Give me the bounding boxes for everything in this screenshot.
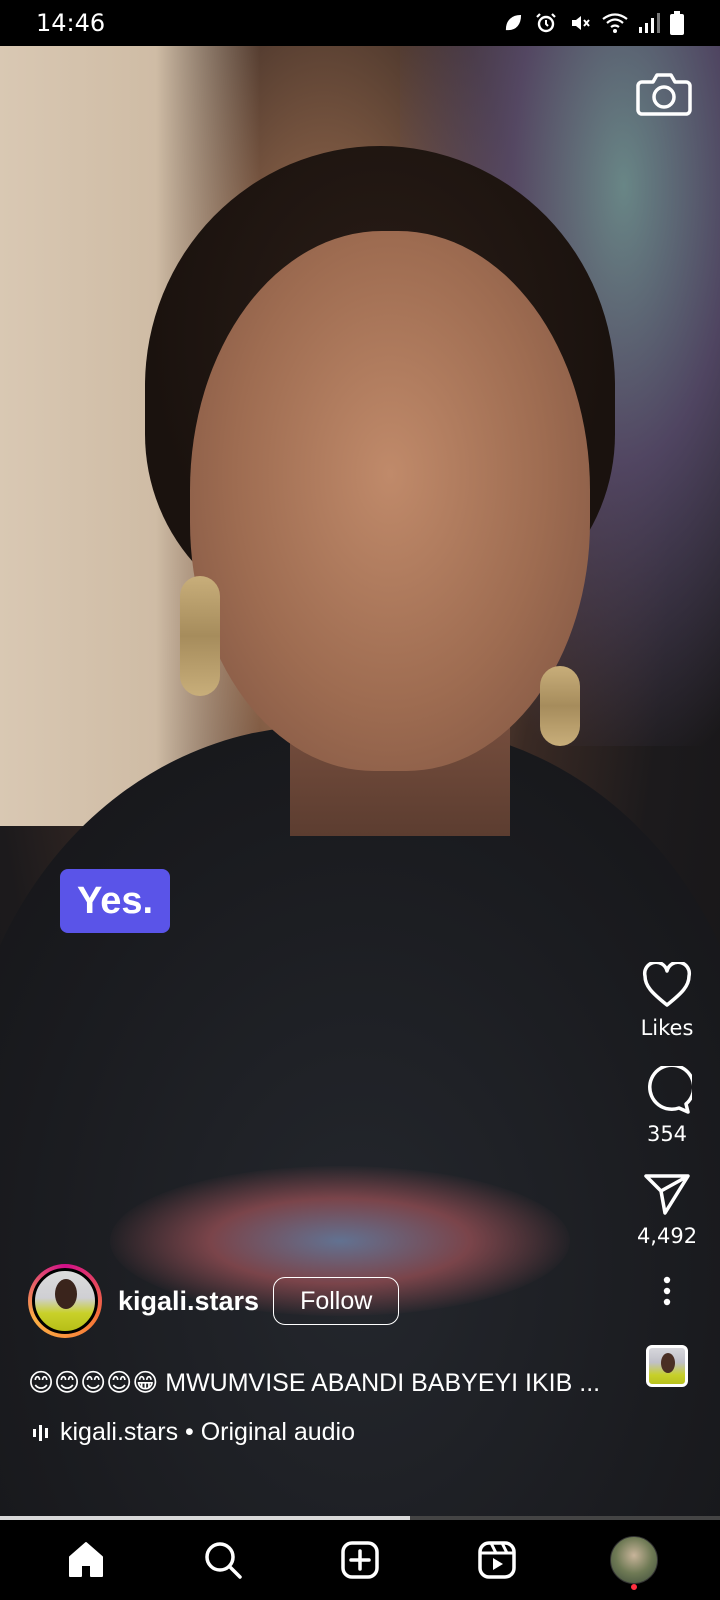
follow-button[interactable]: Follow	[273, 1277, 400, 1325]
shares-count: 4,492	[636, 1224, 698, 1248]
status-bar: 14:46	[0, 0, 720, 46]
alarm-icon	[536, 13, 556, 33]
action-column: Likes 354 4,492	[632, 962, 702, 1387]
comment-icon	[648, 1066, 692, 1114]
status-icons	[502, 11, 684, 35]
likes-label: Likes	[640, 1016, 694, 1040]
profile-avatar	[609, 1536, 658, 1584]
audio-row[interactable]: kigali.stars • Original audio	[32, 1418, 355, 1447]
comments-count: 354	[646, 1122, 688, 1146]
audio-bars-icon	[33, 1424, 48, 1441]
nav-profile[interactable]	[604, 1530, 664, 1590]
author-row: kigali.stars Follow	[28, 1264, 400, 1338]
search-icon	[205, 1542, 242, 1579]
like-button[interactable]: Likes	[640, 962, 694, 1040]
camera-icon	[636, 73, 692, 116]
nav-search[interactable]	[193, 1530, 253, 1590]
caption-sticker: Yes.	[60, 869, 170, 933]
camera-button[interactable]	[636, 70, 692, 118]
mute-icon	[572, 16, 590, 30]
avatar[interactable]	[28, 1264, 102, 1338]
leaf-icon	[505, 14, 522, 31]
nav-create[interactable]	[330, 1530, 390, 1590]
notification-dot	[630, 1584, 637, 1590]
bottom-nav	[0, 1520, 720, 1600]
avatar-image	[32, 1268, 98, 1334]
reels-icon	[478, 1541, 516, 1579]
status-time: 14:46	[36, 9, 106, 37]
earring-left	[180, 576, 220, 696]
reel-caption[interactable]: 😊😊😊😊😁 MWUMVISE ABANDI BABYEYI IKIB ...	[28, 1368, 628, 1398]
earring-right	[540, 666, 580, 746]
audio-text: kigali.stars • Original audio	[60, 1418, 355, 1446]
nav-home[interactable]	[56, 1530, 116, 1590]
home-icon	[69, 1542, 104, 1577]
audio-thumbnail[interactable]	[646, 1345, 688, 1387]
signal-icon	[639, 13, 660, 33]
create-icon	[341, 1541, 379, 1579]
nav-reels[interactable]	[467, 1530, 527, 1590]
more-vertical-icon	[663, 1276, 671, 1306]
more-options-button[interactable]	[662, 1276, 672, 1311]
battery-icon	[670, 11, 684, 35]
comment-button[interactable]: 354	[642, 1066, 692, 1146]
send-icon	[644, 1174, 690, 1215]
wifi-icon	[602, 13, 628, 33]
face	[190, 231, 590, 771]
heart-icon	[642, 962, 692, 1007]
username[interactable]: kigali.stars	[118, 1286, 259, 1317]
share-button[interactable]: 4,492	[637, 1172, 697, 1248]
